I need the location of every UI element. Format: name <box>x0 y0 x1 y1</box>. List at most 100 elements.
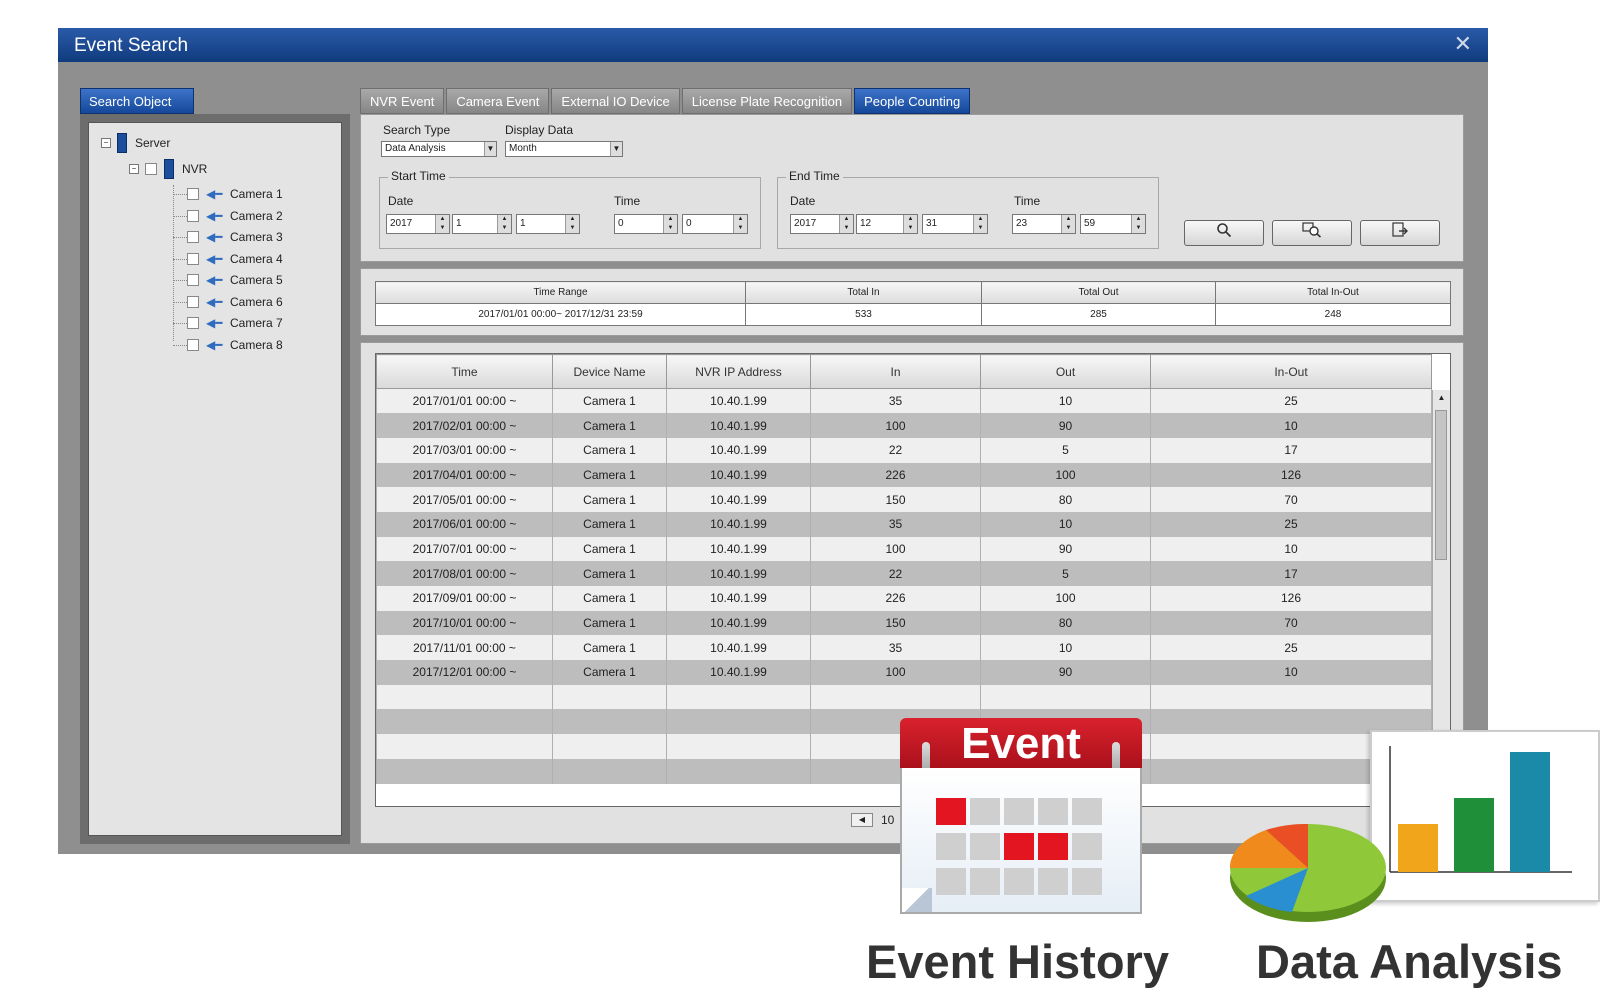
cell-in: 22 <box>810 437 981 463</box>
tree-node-camera[interactable]: ◀━ Camera 8 <box>187 338 283 352</box>
table-row[interactable]: 2017/09/01 00:00 ~ Camera 1 10.40.1.99 226 1… <box>376 586 1432 611</box>
advanced-search-button[interactable] <box>1272 220 1352 246</box>
tab-people-counting[interactable]: People Counting <box>854 88 971 114</box>
cell-nvr-ip: 10.40.1.99 <box>666 487 811 512</box>
cell-in-out: 10 <box>1150 660 1432 685</box>
collapse-icon[interactable]: − <box>101 138 111 148</box>
tree-node-camera[interactable]: ◀━ Camera 4 <box>187 252 283 266</box>
table-row[interactable]: 2017/03/01 00:00 ~ Camera 1 10.40.1.99 22 5 1… <box>376 437 1432 463</box>
table-row[interactable]: 2017/07/01 00:00 ~ Camera 1 10.40.1.99 100 9… <box>376 536 1432 562</box>
tab-external-io-device[interactable]: External IO Device <box>551 88 680 114</box>
cell-in: 22 <box>810 561 981 586</box>
cell-empty <box>1150 684 1432 710</box>
previous-page-icon[interactable]: ◀ <box>851 813 873 827</box>
table-row[interactable]: 2017/11/01 00:00 ~ Camera 1 10.40.1.99 35 10… <box>376 635 1432 661</box>
spinner-arrows-icon[interactable]: ▲ ▼ <box>663 215 677 233</box>
spinner-arrows-icon[interactable]: ▲ ▼ <box>733 215 747 233</box>
tab-camera-event[interactable]: Camera Event <box>446 88 550 114</box>
display-data-select[interactable]: Month ▼ <box>505 141 623 157</box>
cell-in: 100 <box>810 660 981 685</box>
end-day-spinner[interactable]: 31 ▲ ▼ <box>922 214 988 234</box>
start-year-spinner[interactable]: 2017 ▲ ▼ <box>386 214 450 234</box>
table-row[interactable]: 2017/08/01 00:00 ~ Camera 1 10.40.1.99 22 5 1… <box>376 561 1432 586</box>
spinner-arrows-icon[interactable]: ▲ ▼ <box>435 215 449 233</box>
collapse-icon[interactable]: − <box>129 164 139 174</box>
camera-checkbox[interactable] <box>187 317 199 329</box>
start-hour-spinner[interactable]: 0 ▲ ▼ <box>614 214 678 234</box>
tab-nvr-event[interactable]: NVR Event <box>360 88 445 114</box>
column-header-in-out[interactable]: In-Out <box>1150 354 1432 389</box>
calendar-title: Event <box>900 718 1142 770</box>
cell-in-out: 10 <box>1150 413 1432 438</box>
cell-in-out: 25 <box>1150 511 1432 537</box>
close-icon[interactable]: ✕ <box>1454 31 1472 57</box>
camera-checkbox[interactable] <box>187 252 199 265</box>
calendar-day <box>1004 798 1034 825</box>
chevron-down-icon[interactable]: ▼ <box>484 142 496 156</box>
camera-checkbox[interactable] <box>187 188 199 200</box>
camera-checkbox[interactable] <box>187 338 199 351</box>
search-type-select[interactable]: Data Analysis ▼ <box>381 141 497 157</box>
search-object-tab[interactable]: Search Object <box>80 88 194 114</box>
tree-node-camera[interactable]: ◀━ Camera 7 <box>187 316 283 330</box>
camera-checkbox[interactable] <box>187 274 199 286</box>
end-year-spinner[interactable]: 2017 ▲ ▼ <box>790 214 854 234</box>
tab-license-plate-recognition[interactable]: License Plate Recognition <box>681 88 853 114</box>
column-header-in[interactable]: In <box>810 354 981 389</box>
camera-checkbox[interactable] <box>187 209 199 222</box>
spinner-arrows-icon[interactable]: ▲ ▼ <box>497 215 511 233</box>
nvr-checkbox[interactable] <box>145 163 157 175</box>
tree-node-camera[interactable]: ◀━ Camera 6 <box>187 295 283 309</box>
tree-node-camera[interactable]: ◀━ Camera 3 <box>187 230 283 244</box>
table-row[interactable]: 2017/06/01 00:00 ~ Camera 1 10.40.1.99 35 10… <box>376 511 1432 537</box>
start-time-group: Start Time Date 2017 ▲ ▼ 1 ▲ ▼ 1 ▲ ▼ Time 0 ▲ ▼ … <box>379 169 761 249</box>
camera-checkbox[interactable] <box>187 295 199 308</box>
start-hour-value: 0 <box>618 218 624 229</box>
spinner-arrows-icon[interactable]: ▲ ▼ <box>1131 215 1145 233</box>
chevron-down-icon[interactable]: ▼ <box>610 142 622 156</box>
cell-empty <box>666 758 811 784</box>
table-row[interactable]: 2017/04/01 00:00 ~ Camera 1 10.40.1.99 226 1… <box>376 462 1432 488</box>
column-header-nvr-ip[interactable]: NVR IP Address <box>666 354 811 389</box>
table-row[interactable]: 2017/02/01 00:00 ~ Camera 1 10.40.1.99 100 9… <box>376 413 1432 438</box>
cell-in: 35 <box>810 388 981 414</box>
column-header-device-name[interactable]: Device Name <box>552 354 667 389</box>
start-day-spinner[interactable]: 1 ▲ ▼ <box>516 214 580 234</box>
tree-node-camera[interactable]: ◀━ Camera 5 <box>187 273 283 287</box>
tree-node-camera[interactable]: ◀━ Camera 1 <box>187 187 283 201</box>
search-button[interactable] <box>1184 220 1264 246</box>
spinner-arrows-icon[interactable]: ▲ ▼ <box>973 215 987 233</box>
camera-icon: ◀━ <box>206 208 223 223</box>
spinner-arrows-icon[interactable]: ▲ ▼ <box>903 215 917 233</box>
end-month-spinner[interactable]: 12 ▲ ▼ <box>856 214 918 234</box>
table-row[interactable]: 2017/10/01 00:00 ~ Camera 1 10.40.1.99 150 8… <box>376 610 1432 636</box>
export-button[interactable] <box>1360 220 1440 246</box>
page-number[interactable]: 10 <box>881 813 894 827</box>
cell-time: 2017/01/01 00:00 ~ <box>376 388 553 414</box>
cell-device-name: Camera 1 <box>552 388 667 414</box>
start-minute-spinner[interactable]: 0 ▲ ▼ <box>682 214 748 234</box>
tree-node-server[interactable]: − Server <box>101 133 170 153</box>
start-month-spinner[interactable]: 1 ▲ ▼ <box>452 214 512 234</box>
table-row[interactable]: 2017/01/01 00:00 ~ Camera 1 10.40.1.99 35 10… <box>376 388 1432 414</box>
spinner-arrows-icon[interactable]: ▲ ▼ <box>565 215 579 233</box>
cell-out: 80 <box>980 487 1151 512</box>
tree-node-camera[interactable]: ◀━ Camera 2 <box>187 209 283 223</box>
column-header-time[interactable]: Time <box>376 354 553 389</box>
scroll-up-icon[interactable]: ▲ <box>1433 390 1450 406</box>
cell-nvr-ip: 10.40.1.99 <box>666 660 811 685</box>
scrollbar-thumb[interactable] <box>1435 410 1447 560</box>
table-row[interactable]: 2017/12/01 00:00 ~ Camera 1 10.40.1.99 100 9… <box>376 660 1432 685</box>
summary-header-total-in: Total In <box>745 281 982 304</box>
spinner-arrows-icon[interactable]: ▲ ▼ <box>839 215 853 233</box>
tree-node-nvr[interactable]: − NVR <box>129 159 207 179</box>
spinner-arrows-icon[interactable]: ▲ ▼ <box>1061 215 1075 233</box>
calendar-day <box>1072 833 1102 860</box>
end-hour-spinner[interactable]: 23 ▲ ▼ <box>1012 214 1076 234</box>
column-header-out[interactable]: Out <box>980 354 1151 389</box>
end-minute-spinner[interactable]: 59 ▲ ▼ <box>1080 214 1146 234</box>
table-row[interactable]: 2017/05/01 00:00 ~ Camera 1 10.40.1.99 150 8… <box>376 487 1432 512</box>
cell-empty <box>666 734 811 759</box>
camera-checkbox[interactable] <box>187 231 199 243</box>
cell-out: 80 <box>980 610 1151 636</box>
